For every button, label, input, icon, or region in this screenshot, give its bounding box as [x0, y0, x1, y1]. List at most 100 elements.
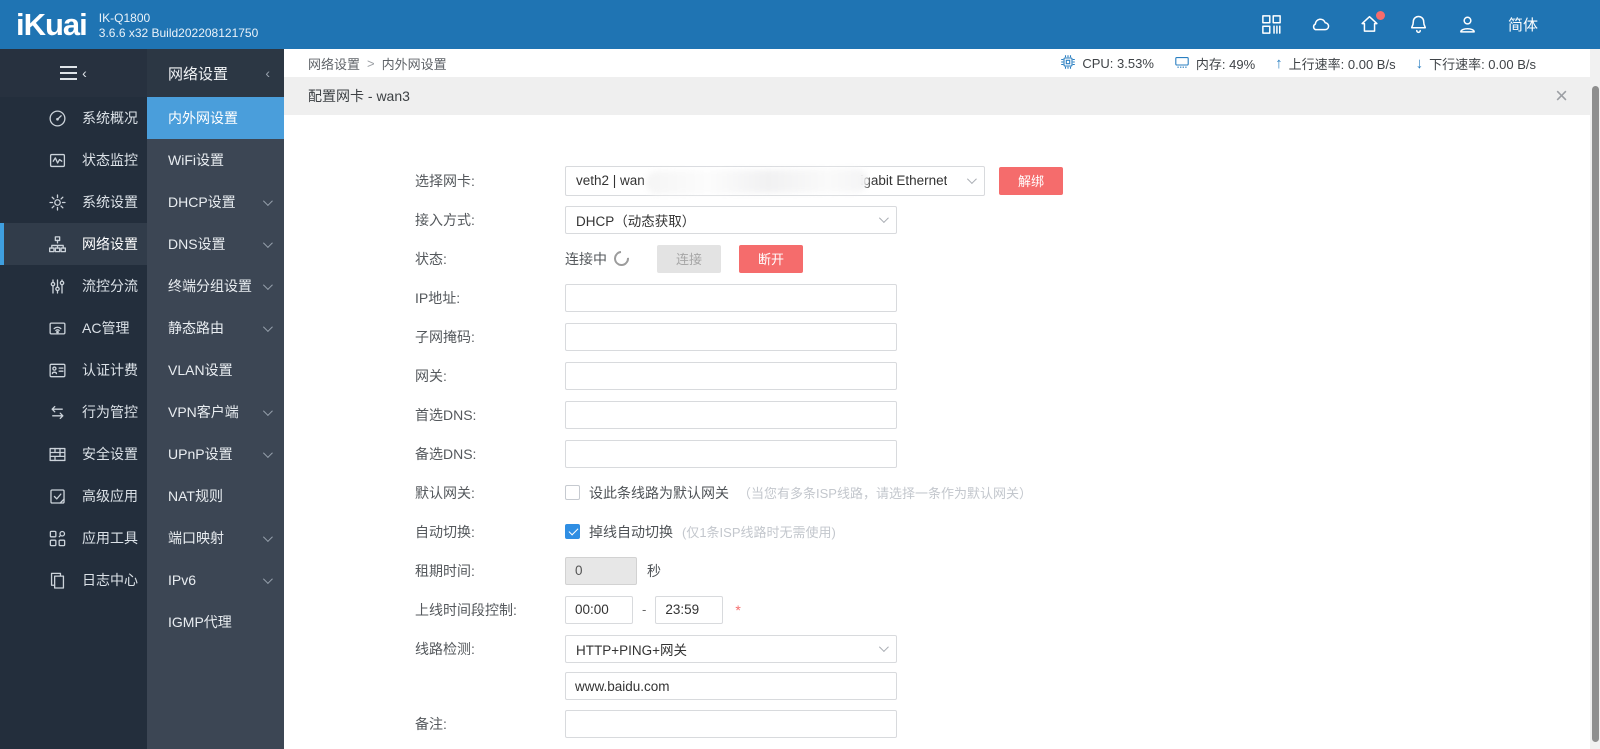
breadcrumb-bar: 网络设置 > 内外网设置 CPU: 3.53% 内存: 49% ↑ 上行速率: …: [284, 49, 1600, 77]
topbar-actions: 简体: [1259, 10, 1600, 38]
submenu-item-label: 终端分组设置: [168, 278, 252, 294]
breadcrumb-parent[interactable]: 网络设置: [308, 54, 360, 73]
chevron-down-icon: [262, 321, 273, 332]
sidebar-item-behavior-control[interactable]: 行为管控: [0, 391, 147, 433]
remark-input[interactable]: [565, 709, 897, 738]
unbind-button[interactable]: 解绑: [999, 166, 1064, 195]
submenu-item-vlan-settings[interactable]: VLAN设置: [147, 349, 284, 391]
hamburger-icon: ‹: [60, 66, 87, 80]
auto-switch-label: 自动切换:: [415, 523, 475, 540]
lease-unit: 秒: [647, 562, 661, 579]
form-row-access: 接入方式: DHCP（动态获取）: [284, 200, 1600, 239]
submenu-panel: 网络设置 ‹ 内外网设置 WiFi设置 DHCP设置 DNS设置终端分组设置静态路由 V…: [147, 49, 284, 749]
form-row-status: 状态: 连接中 连接 断开: [284, 239, 1600, 278]
schedule-end-input[interactable]: [655, 595, 724, 624]
home-icon[interactable]: [1357, 10, 1385, 38]
submenu-item-label: NAT规则: [168, 488, 223, 504]
form-row-dns1: 首选DNS:: [284, 395, 1600, 434]
submenu-item-dns-settings[interactable]: DNS设置: [147, 223, 284, 265]
breadcrumb: 网络设置 > 内外网设置: [308, 54, 447, 73]
submenu-item-wifi-settings[interactable]: WiFi设置: [147, 139, 284, 181]
scrollbar-thumb[interactable]: [1591, 86, 1599, 742]
scrollbar[interactable]: [1590, 49, 1600, 749]
submenu-item-wan-lan-settings[interactable]: 内外网设置: [147, 97, 284, 139]
sidebar-item-security-settings[interactable]: 安全设置: [0, 433, 147, 475]
line-detect-select[interactable]: HTTP+PING+网关: [565, 634, 897, 663]
sidebar-item-log-center[interactable]: 日志中心: [0, 559, 147, 601]
wifi-icon: [48, 319, 67, 338]
primary-dns-input[interactable]: [565, 400, 897, 429]
user-icon[interactable]: [1455, 12, 1481, 38]
submenu-item-terminal-group-settings[interactable]: 终端分组设置: [147, 265, 284, 307]
nic-value-prefix: veth2 | wan: [576, 173, 645, 188]
default-gateway-checkbox[interactable]: [565, 485, 580, 500]
form-row-mask: 子网掩码:: [284, 317, 1600, 356]
submenu-item-label: DNS设置: [168, 236, 226, 252]
ip-input[interactable]: [565, 283, 897, 312]
chevron-left-icon: ‹: [265, 65, 270, 81]
sidebar-item-system-overview[interactable]: 系统概况: [0, 97, 147, 139]
sidebar-item-flow-control[interactable]: 流控分流: [0, 265, 147, 307]
notification-badge: [1375, 10, 1385, 20]
submenu-item-label: 端口映射: [168, 530, 224, 546]
sidebar-item-system-settings[interactable]: 系统设置: [0, 181, 147, 223]
connection-status: 连接中: [565, 250, 607, 267]
chevron-down-icon: [878, 213, 889, 224]
sliders-icon: [48, 277, 67, 296]
sidebar-item-auth-billing[interactable]: 认证计费: [0, 349, 147, 391]
chevron-down-icon: [262, 195, 273, 206]
form-row-detect: 线路检测: HTTP+PING+网关: [284, 629, 1600, 668]
sidebar-item-status-monitor[interactable]: 状态监控: [0, 139, 147, 181]
default-gateway-checkbox-label: 设此条线路为默认网关: [589, 484, 729, 501]
chevron-down-icon: [262, 531, 273, 542]
schedule-separator: -: [642, 602, 647, 617]
submenu-item-label: VPN客户端: [168, 404, 239, 420]
schedule-start-input[interactable]: [565, 595, 633, 624]
cloud-icon[interactable]: [1308, 12, 1334, 38]
auto-switch-hint: (仅1条ISP线路时无需使用): [682, 525, 836, 540]
sidebar-item-network-settings[interactable]: 网络设置: [0, 223, 147, 265]
submenu-item-igmp-proxy[interactable]: IGMP代理: [147, 601, 284, 643]
connect-button[interactable]: 连接: [657, 244, 722, 273]
submenu-item-static-route[interactable]: 静态路由: [147, 307, 284, 349]
cpu-status: CPU: 3.53%: [1060, 54, 1154, 73]
detect-url-input[interactable]: [565, 672, 897, 700]
mask-label: 子网掩码:: [415, 328, 475, 345]
submenu-item-nat-rules[interactable]: NAT规则: [147, 475, 284, 517]
sidebar-item-label: 安全设置: [82, 446, 138, 462]
lease-time-input: [565, 556, 637, 585]
submenu-item-port-mapping[interactable]: 端口映射: [147, 517, 284, 559]
submenu-header[interactable]: 网络设置 ‹: [147, 49, 284, 97]
gateway-input[interactable]: [565, 361, 897, 390]
access-label: 接入方式:: [415, 211, 475, 228]
subnet-mask-input[interactable]: [565, 322, 897, 351]
download-rate: 下行速率: 0.00 B/s: [1429, 56, 1536, 72]
submenu-title: 网络设置: [168, 65, 229, 83]
chevron-down-icon: [878, 642, 889, 653]
bell-icon[interactable]: [1406, 12, 1432, 38]
sidebar-item-app-tools[interactable]: 应用工具: [0, 517, 147, 559]
apps-icon[interactable]: [1259, 12, 1285, 38]
chevron-down-icon: [262, 237, 273, 248]
submenu-item-label: VLAN设置: [168, 362, 233, 378]
chevron-down-icon: [262, 447, 273, 458]
disconnect-button[interactable]: 断开: [739, 244, 804, 273]
submenu-items: 内外网设置 WiFi设置 DHCP设置 DNS设置终端分组设置静态路由 VLAN设置 VP…: [147, 97, 284, 643]
default-gateway-hint: （当您有多条ISP线路，请选择一条作为默认网关）: [738, 486, 1032, 501]
secondary-dns-input[interactable]: [565, 439, 897, 468]
submenu-item-ipv6[interactable]: IPv6: [147, 559, 284, 601]
sidebar-collapse-button[interactable]: ‹: [0, 49, 147, 97]
sidebar-item-advanced-apps[interactable]: 高级应用: [0, 475, 147, 517]
upload-rate: 上行速率: 0.00 B/s: [1288, 56, 1396, 72]
nic-select[interactable]: veth2 | wan Gigabit Ethernet: [565, 165, 985, 196]
firmware-version: 3.6.6 x32 Build202208121750: [98, 25, 259, 40]
submenu-item-dhcp-settings[interactable]: DHCP设置: [147, 181, 284, 223]
form-row-ip: IP地址:: [284, 278, 1600, 317]
submenu-item-upnp-settings[interactable]: UPnP设置: [147, 433, 284, 475]
auto-switch-checkbox[interactable]: [565, 524, 580, 539]
submenu-item-vpn-client[interactable]: VPN客户端: [147, 391, 284, 433]
access-mode-select[interactable]: DHCP（动态获取）: [565, 205, 897, 234]
language-switcher[interactable]: 简体: [1508, 14, 1538, 35]
sidebar-item-ac-management[interactable]: AC管理: [0, 307, 147, 349]
close-icon[interactable]: ×: [1555, 85, 1568, 107]
